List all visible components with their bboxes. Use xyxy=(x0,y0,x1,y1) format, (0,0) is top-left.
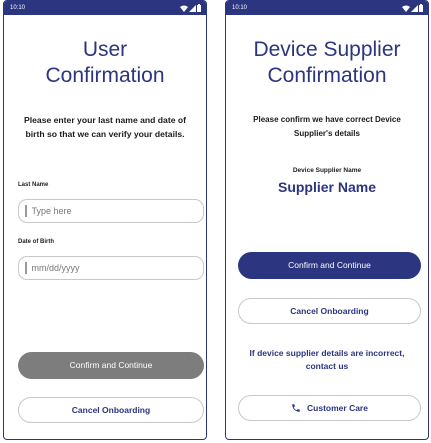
supplier-name-caption: Device Supplier Name xyxy=(292,167,362,174)
status-icons xyxy=(180,1,201,15)
dob-input[interactable] xyxy=(31,263,182,273)
customer-care-button[interactable]: Customer Care xyxy=(238,395,421,421)
battery-icon xyxy=(197,4,201,12)
title-line: Confirmation xyxy=(267,64,387,87)
field-cursor-bar xyxy=(25,205,27,217)
customer-care-label: Customer Care xyxy=(307,403,368,413)
status-bar: 10:10 xyxy=(226,1,428,15)
title-line: Device Supplier xyxy=(253,38,401,61)
instructions-part: and xyxy=(137,115,158,125)
status-bar: 10:10 xyxy=(4,1,206,15)
phone-icon xyxy=(292,404,300,412)
last-name-field[interactable] xyxy=(18,199,204,223)
last-name-input[interactable] xyxy=(31,206,182,216)
last-name-label: Last Name xyxy=(18,182,49,188)
dob-field[interactable] xyxy=(18,256,204,280)
status-icons xyxy=(402,1,423,15)
status-time: 10:10 xyxy=(232,5,248,11)
confirm-continue-button[interactable]: Confirm and Continue xyxy=(238,252,421,279)
instructions-emphasis: last name xyxy=(98,115,138,125)
cancel-onboarding-button[interactable]: Cancel Onboarding xyxy=(238,298,421,324)
user-confirmation-screen: 10:10 User Confirmation Please enter you… xyxy=(3,0,207,440)
confirm-continue-button[interactable]: Confirm and Continue xyxy=(18,352,204,379)
battery-icon xyxy=(419,4,423,12)
field-cursor-bar xyxy=(25,262,27,274)
title-line: User xyxy=(82,38,128,61)
signal-icon xyxy=(411,4,418,12)
instructions-text: Please enter your last name and date of … xyxy=(14,113,196,141)
incorrect-details-notice: If device supplier details are incorrect… xyxy=(249,348,405,371)
status-time: 10:10 xyxy=(10,5,26,11)
cancel-onboarding-button[interactable]: Cancel Onboarding xyxy=(18,397,204,423)
wifi-icon xyxy=(402,4,410,12)
page-title: User Confirmation xyxy=(8,37,202,89)
signal-icon xyxy=(189,4,196,12)
instructions-part: Please enter your xyxy=(24,115,99,125)
instructions-text: Please confirm we have correct Device Su… xyxy=(253,115,401,138)
page-title: Device Supplier Confirmation xyxy=(230,37,424,89)
device-supplier-confirmation-screen: 10:10 Device Supplier Confirmation Pleas… xyxy=(225,0,429,440)
instructions-part: so that we can verify your details. xyxy=(44,129,185,139)
title-line: Confirmation xyxy=(45,64,165,87)
supplier-name-value: Supplier Name xyxy=(277,179,377,195)
dob-label: Date of Birth xyxy=(18,239,54,245)
wifi-icon xyxy=(180,4,188,12)
